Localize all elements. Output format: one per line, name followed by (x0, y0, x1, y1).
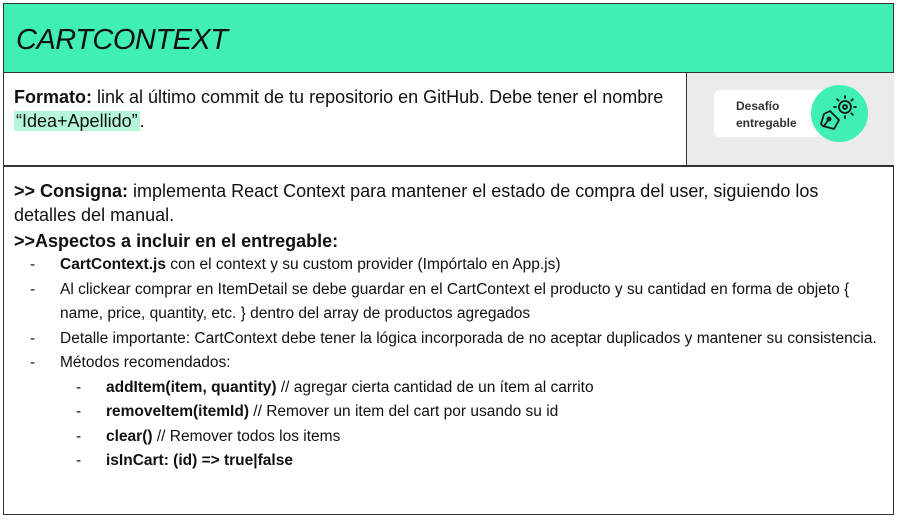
dash-bullet: - (76, 378, 82, 396)
consigna-label: >> Consigna: (14, 181, 129, 201)
badge-cell: Desafío entregable (686, 73, 894, 165)
format-highlight: “Idea+Apellido” (14, 111, 140, 131)
requirements-list: - CartContext.js con el context y su cus… (4, 253, 894, 474)
consigna-text: implementa React Context para mantener e… (14, 181, 819, 225)
badge-line1: Desafío (736, 99, 780, 113)
method-name: addItem(item, quantity) (106, 378, 277, 396)
method-name: removeItem(itemId) (106, 403, 249, 420)
badge-label: Desafío entregable (736, 98, 797, 132)
method-name: isInCart: (id) => true|false (106, 452, 293, 469)
method-comment: // Remover un item del cart por usando s… (248, 403, 559, 420)
dash-bullet: - (30, 329, 36, 347)
method-name: clear() (106, 427, 153, 445)
format-label: Formato: (14, 87, 92, 107)
item-text: con el context y su custom provider (Imp… (165, 256, 561, 273)
consigna-section: >> Consigna: implementa React Context pa… (3, 166, 894, 515)
dash-bullet: - (76, 403, 82, 420)
method-item: - isInCart: (id) => true|false (4, 449, 894, 474)
item-text: Detalle importante: CartContext debe ten… (60, 329, 877, 347)
consigna-paragraph: >> Consigna: implementa React Context pa… (14, 179, 884, 227)
item-text: Al clickear comprar en ItemDetail se deb… (60, 280, 850, 323)
title-banner: CARTCONTEXT (3, 3, 894, 73)
pen-nib-gear-icon (811, 85, 868, 142)
format-text: link al último commit de tu repositorio … (92, 87, 664, 107)
badge-line2: entregable (736, 116, 797, 130)
aspectos-heading: >>Aspectos a incluir en el entregable: (14, 231, 339, 251)
dash-bullet: - (30, 256, 36, 273)
method-item: - removeItem(itemId) // Remover un item … (4, 400, 894, 425)
desafio-badge: Desafío entregable (714, 85, 868, 142)
item-text: Métodos recomendados: (60, 354, 231, 371)
method-item: - addItem(item, quantity) // agregar cie… (4, 376, 894, 401)
dash-bullet: - (30, 354, 36, 371)
dash-bullet: - (76, 452, 82, 469)
method-comment: // Remover todos los items (152, 427, 341, 445)
format-section: Formato: link al último commit de tu rep… (3, 73, 894, 166)
method-comment: // agregar cierta cantidad de un ítem al… (276, 378, 594, 396)
list-item: - CartContext.js con el context y su cus… (4, 253, 894, 278)
dash-bullet: - (30, 280, 36, 298)
format-end: . (139, 111, 145, 131)
list-item: - Detalle importante: CartContext debe t… (4, 327, 894, 352)
dash-bullet: - (76, 427, 82, 445)
item-bold: CartContext.js (60, 256, 166, 273)
page-title: CARTCONTEXT (16, 24, 228, 56)
method-item: - clear() // Remover todos los items (4, 425, 894, 450)
format-description: Formato: link al último commit de tu rep… (14, 85, 679, 133)
list-item: - Métodos recomendados: (4, 351, 894, 376)
list-item: - Al clickear comprar en ItemDetail se d… (4, 278, 894, 327)
